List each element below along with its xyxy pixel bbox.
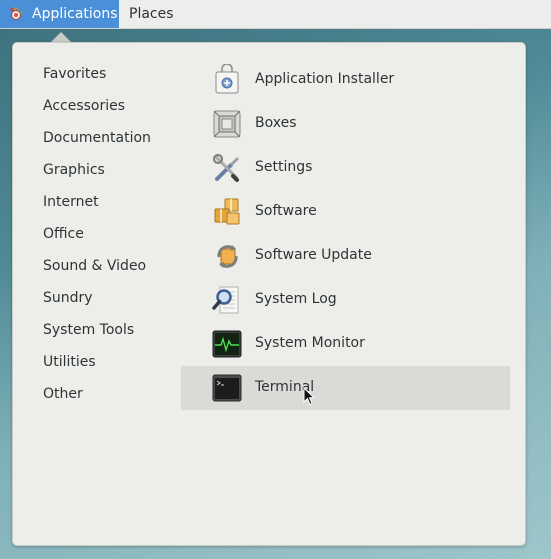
app-label: Software Update xyxy=(255,247,372,263)
software-packages-icon xyxy=(214,198,240,225)
app-boxes[interactable]: Boxes xyxy=(181,102,510,146)
category-favorites[interactable]: Favorites xyxy=(43,66,106,82)
system-monitor-icon xyxy=(212,330,242,358)
category-system-tools[interactable]: System Tools xyxy=(43,322,134,338)
gnome-foot-icon xyxy=(10,7,23,20)
category-accessories[interactable]: Accessories xyxy=(43,98,125,114)
terminal-icon xyxy=(212,374,242,402)
app-label: System Log xyxy=(255,291,337,307)
category-office[interactable]: Office xyxy=(43,226,84,242)
mouse-pointer-icon xyxy=(303,387,315,406)
category-graphics[interactable]: Graphics xyxy=(43,162,105,178)
app-label: Settings xyxy=(255,159,313,175)
applications-label: Applications xyxy=(32,6,118,22)
app-system-monitor[interactable]: System Monitor xyxy=(181,322,510,366)
category-sundry[interactable]: Sundry xyxy=(43,290,93,306)
system-log-icon xyxy=(212,286,239,314)
app-label: Boxes xyxy=(255,115,297,131)
app-label: Application Installer xyxy=(255,71,395,87)
category-other[interactable]: Other xyxy=(43,386,83,402)
applications-menu: Favorites Accessories Documentation Grap… xyxy=(12,42,526,546)
package-installer-icon xyxy=(215,64,239,94)
app-terminal[interactable]: Terminal xyxy=(181,366,510,410)
app-label: System Monitor xyxy=(255,335,365,351)
places-label: Places xyxy=(129,6,174,22)
app-software[interactable]: Software xyxy=(181,190,510,234)
app-label: Software xyxy=(255,203,317,219)
app-settings[interactable]: Settings xyxy=(181,146,510,190)
category-internet[interactable]: Internet xyxy=(43,194,99,210)
boxes-icon xyxy=(213,110,241,138)
top-bar: Applications Places xyxy=(0,0,551,29)
software-update-icon xyxy=(217,245,238,268)
app-application-installer[interactable]: Application Installer xyxy=(181,58,510,102)
category-sound-video[interactable]: Sound & Video xyxy=(43,258,146,274)
app-software-update[interactable]: Software Update xyxy=(181,234,510,278)
places-menu-button[interactable]: Places xyxy=(119,0,183,28)
settings-tools-icon xyxy=(212,153,240,182)
category-utilities[interactable]: Utilities xyxy=(43,354,96,370)
app-system-log[interactable]: System Log xyxy=(181,278,510,322)
applications-menu-button[interactable]: Applications xyxy=(0,0,119,28)
category-documentation[interactable]: Documentation xyxy=(43,130,151,146)
